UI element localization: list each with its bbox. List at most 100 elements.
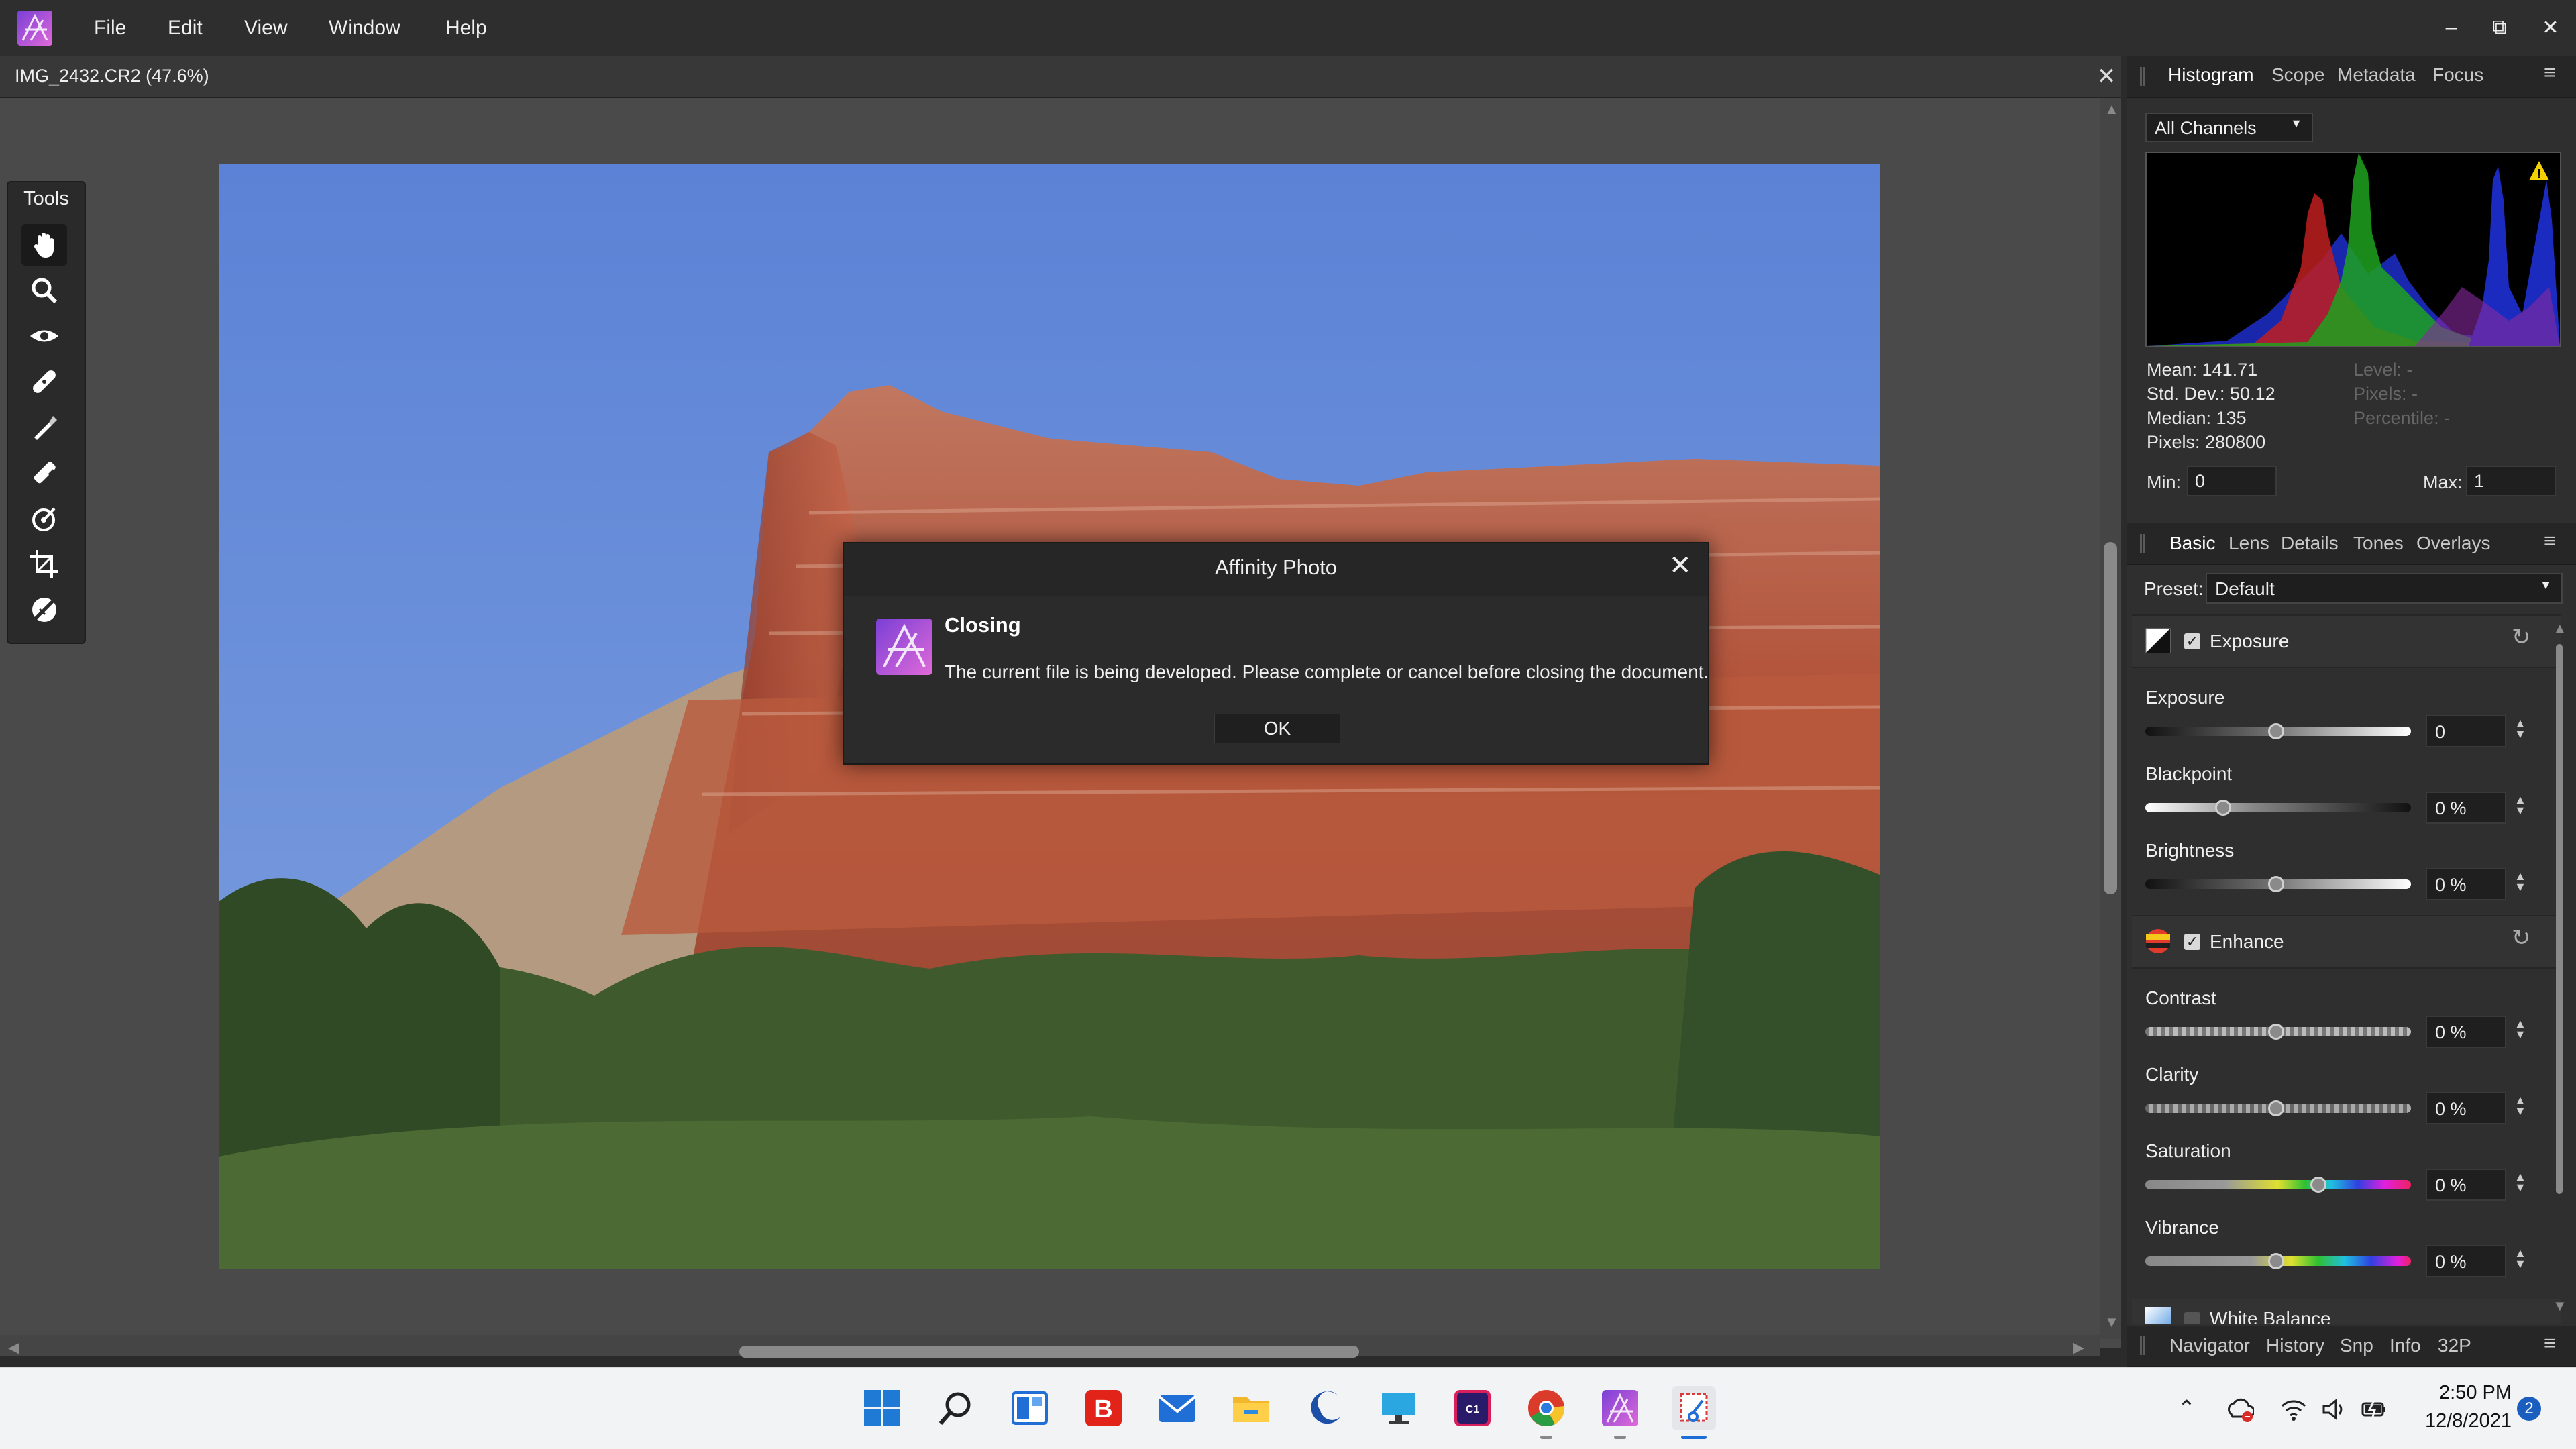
affinity-photo-logo-icon[interactable] [16,9,54,47]
tab-metadata[interactable]: Metadata [2337,62,2416,89]
minimize-button[interactable]: – [2431,11,2471,44]
tab-details[interactable]: Details [2281,530,2339,557]
clone-tool-icon[interactable] [21,452,67,494]
brightness-slider-thumb[interactable] [2268,876,2284,892]
menu-help[interactable]: Help [445,13,487,43]
clarity-value-input[interactable]: 0 % [2426,1092,2506,1124]
tab-info[interactable]: Info [2390,1332,2421,1359]
panel-scroll-up-arrow-icon[interactable]: ▲ [2553,620,2567,637]
white-balance-picker-tool-icon[interactable] [21,589,67,631]
ok-button[interactable]: OK [1214,714,1340,743]
blackpoint-value-input[interactable]: 0 % [2426,792,2506,824]
menu-edit[interactable]: Edit [168,13,203,43]
tab-basic[interactable]: Basic [2169,530,2215,557]
battery-charging-icon[interactable] [2360,1395,2388,1424]
tab-lens[interactable]: Lens [2229,530,2269,557]
zoom-tool-icon[interactable] [21,270,67,311]
clock-date[interactable]: 12/8/2021 [2411,1410,2512,1432]
blackpoint-slider[interactable] [2145,803,2411,812]
volume-icon[interactable] [2320,1395,2348,1424]
panel-menu-icon[interactable]: ≡ [2544,530,2556,553]
scroll-up-arrow-icon[interactable]: ▲ [2104,101,2119,118]
search-icon[interactable] [934,1386,978,1430]
brightness-spinner-icon[interactable]: ▲ ▼ [2514,870,2526,893]
menu-window[interactable]: Window [329,13,400,43]
tab-navigator[interactable]: Navigator [2169,1332,2250,1359]
affinity-photo-taskbar-icon[interactable] [1598,1386,1642,1430]
channel-select[interactable]: All Channels ▼ [2145,113,2313,142]
white-balance-section-header[interactable]: White Balance [2132,1299,2561,1324]
brightness-value-input[interactable]: 0 % [2426,868,2506,900]
red-eye-tool-icon[interactable] [21,315,67,357]
tab-overlays[interactable]: Overlays [2416,530,2490,557]
exposure-enable-checkbox[interactable]: ✓ [2184,633,2200,649]
document-close-icon[interactable]: ✕ [2094,63,2118,90]
bitdefender-icon[interactable]: B [1081,1386,1126,1430]
blemish-tool-icon[interactable] [21,361,67,402]
warning-icon[interactable]: ! [2528,160,2551,182]
tab-focus[interactable]: Focus [2432,62,2483,89]
panel-grip-icon[interactable] [2140,67,2145,86]
dialog-close-icon[interactable]: ✕ [1669,550,1692,581]
contrast-spinner-icon[interactable]: ▲ ▼ [2514,1018,2526,1040]
tab-history[interactable]: History [2266,1332,2324,1359]
menu-view[interactable]: View [244,13,287,43]
saturation-value-input[interactable]: 0 % [2426,1169,2506,1201]
tab-snapshots[interactable]: Snp [2340,1332,2373,1359]
exposure-slider-thumb[interactable] [2268,723,2284,739]
tab-32p[interactable]: 32P [2438,1332,2471,1359]
canvas-vertical-scroll-thumb[interactable] [2104,542,2117,894]
panel-menu-icon[interactable]: ≡ [2544,62,2556,85]
file-explorer-icon[interactable] [1229,1386,1273,1430]
preset-select[interactable]: Default ▼ [2206,573,2563,604]
clarity-slider-thumb[interactable] [2268,1100,2284,1116]
exposure-value-input[interactable]: 0 [2426,715,2506,747]
crop-tool-icon[interactable] [21,543,67,585]
chevron-up-icon[interactable]: ⌃ [2178,1395,2196,1421]
panel-grip-icon[interactable] [2140,1336,2145,1355]
menu-file[interactable]: File [94,13,126,43]
vibrance-slider-thumb[interactable] [2268,1253,2284,1269]
panel-menu-icon[interactable]: ≡ [2544,1332,2556,1355]
clock-time[interactable]: 2:50 PM [2424,1382,2512,1404]
capture-one-icon[interactable]: C1 [1450,1386,1495,1430]
onedrive-error-icon[interactable] [2226,1395,2255,1424]
tab-histogram[interactable]: Histogram [2168,62,2254,89]
restore-button[interactable]: ⧉ [2479,11,2520,44]
widgets-icon[interactable] [1008,1386,1052,1430]
blackpoint-slider-thumb[interactable] [2214,800,2231,816]
enhance-enable-checkbox[interactable]: ✓ [2184,934,2200,950]
snipping-tool-icon[interactable] [1672,1386,1716,1430]
windows-start-icon[interactable] [860,1386,904,1430]
vibrance-value-input[interactable]: 0 % [2426,1245,2506,1277]
tab-tones[interactable]: Tones [2353,530,2404,557]
scroll-down-arrow-icon[interactable]: ▼ [2104,1313,2119,1331]
saturation-slider[interactable] [2145,1180,2411,1189]
edge-canary-icon[interactable] [1303,1386,1347,1430]
clarity-spinner-icon[interactable]: ▲ ▼ [2514,1094,2526,1117]
chrome-icon[interactable] [1524,1386,1568,1430]
min-input[interactable]: 0 [2187,466,2277,496]
close-window-button[interactable]: ✕ [2530,11,2571,44]
overlay-gradient-tool-icon[interactable] [21,498,67,539]
reset-enhance-icon[interactable]: ↻ [2512,924,2531,951]
develop-panel-scroll-thumb[interactable] [2556,644,2563,1194]
panel-scroll-down-arrow-icon[interactable]: ▼ [2553,1297,2567,1315]
contrast-slider-thumb[interactable] [2268,1024,2284,1040]
saturation-spinner-icon[interactable]: ▲ ▼ [2514,1171,2526,1193]
document-tab-title[interactable]: IMG_2432.CR2 (47.6%) [15,66,209,87]
panel-grip-icon[interactable] [2140,534,2145,553]
reset-exposure-icon[interactable]: ↻ [2512,624,2531,651]
white-balance-enable-checkbox[interactable] [2184,1312,2200,1324]
canvas-horizontal-scroll-thumb[interactable] [739,1346,1359,1358]
blackpoint-spinner-icon[interactable]: ▲ ▼ [2514,794,2526,816]
exposure-spinner-icon[interactable]: ▲ ▼ [2514,717,2526,740]
max-input[interactable]: 1 [2466,466,2556,496]
wifi-icon[interactable] [2279,1395,2308,1424]
retouch-tool-icon[interactable] [21,407,67,448]
remote-desktop-icon[interactable] [1377,1386,1421,1430]
hand-tool-icon[interactable] [21,224,67,266]
mail-icon[interactable] [1155,1386,1199,1430]
tab-scope[interactable]: Scope [2271,62,2324,89]
notification-badge[interactable]: 2 [2517,1397,2541,1421]
